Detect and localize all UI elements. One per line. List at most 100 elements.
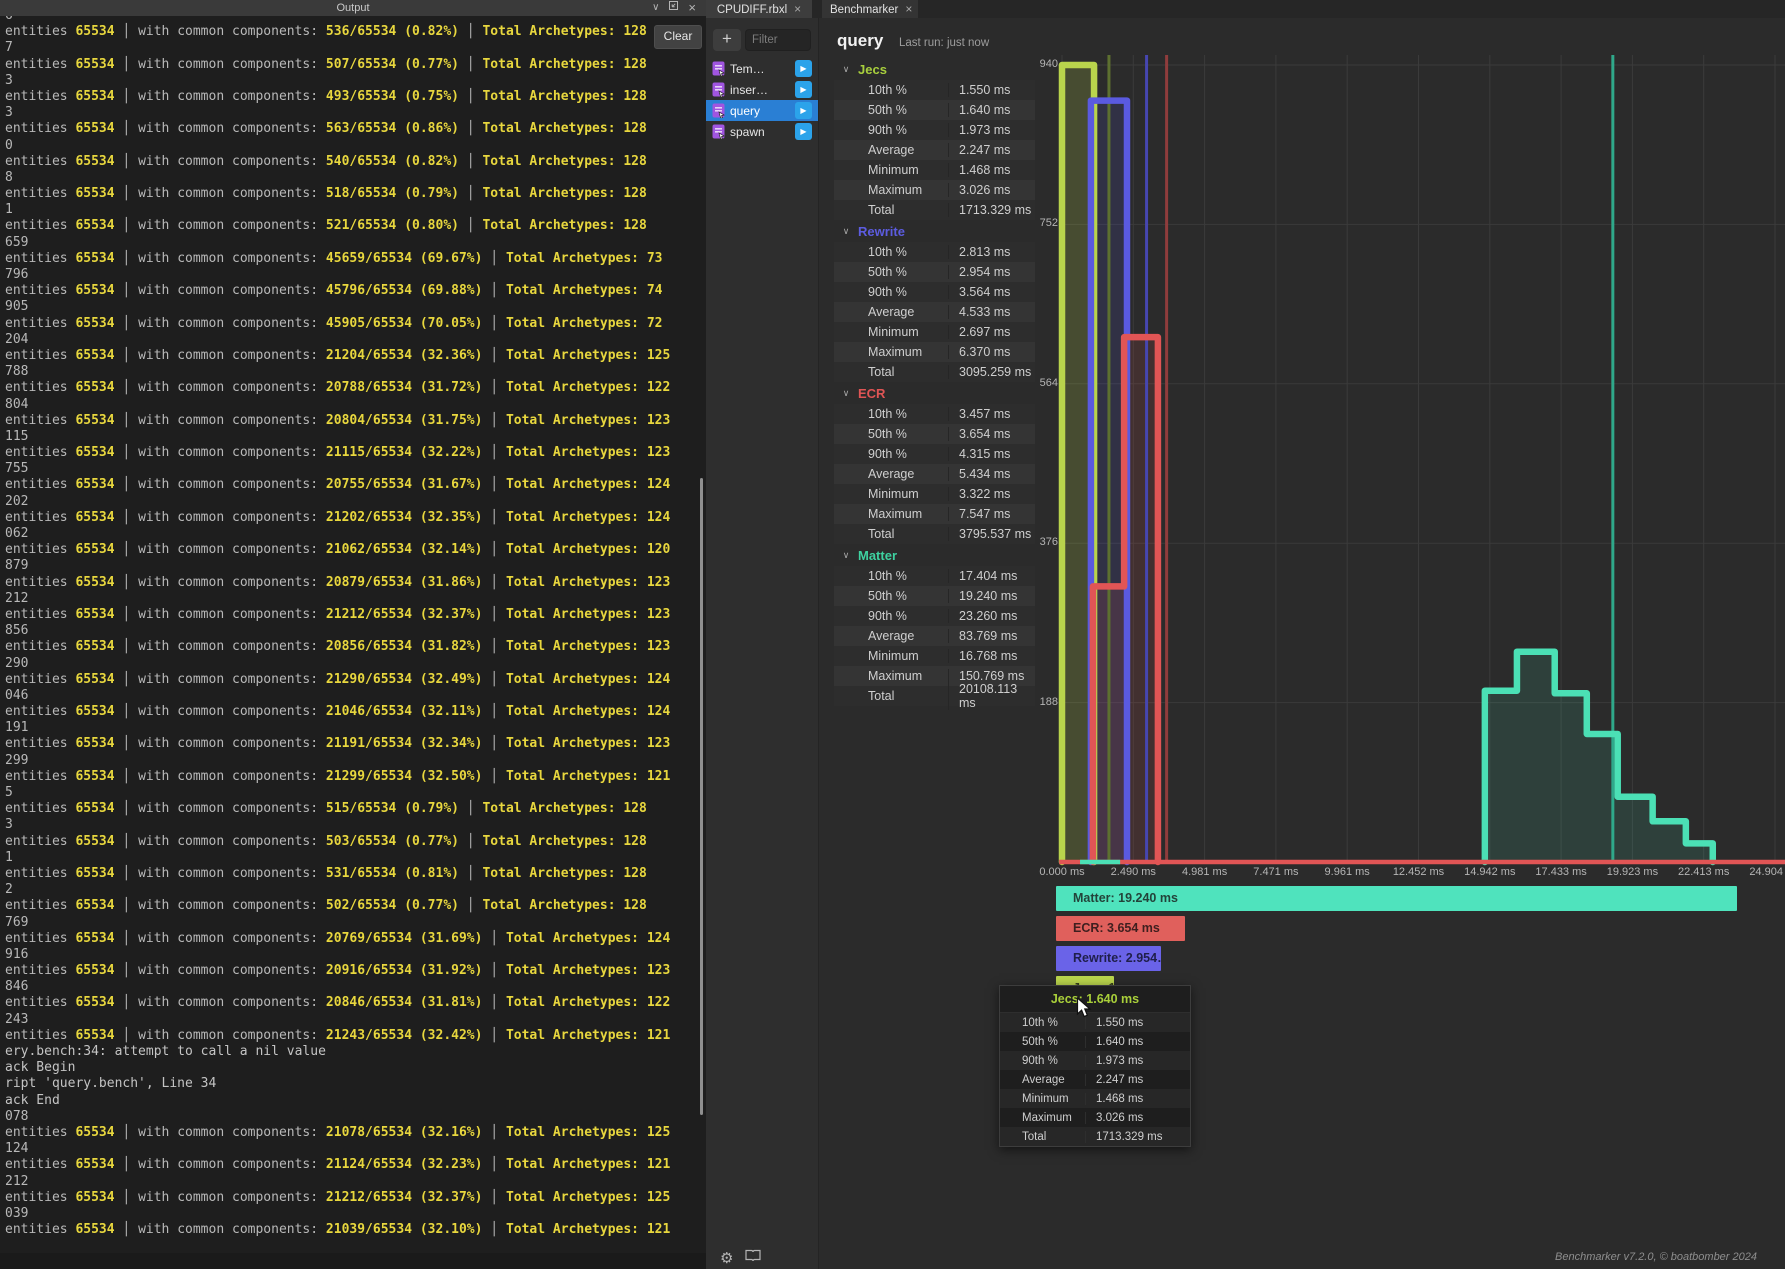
output-wrap-line: 1 <box>5 850 696 866</box>
run-benchmark-button[interactable]: ▶ <box>795 60 812 77</box>
chevron-down-icon[interactable]: ∨ <box>834 388 858 399</box>
stat-value: 1.550 ms <box>948 83 1035 97</box>
benchmark-title: query <box>837 31 883 51</box>
stat-label: 90th % <box>834 447 948 461</box>
collapse-chevron-icon[interactable]: ∨ <box>652 0 659 16</box>
stat-label: Total <box>834 365 948 379</box>
x-axis-tick: 12.452 ms <box>1387 866 1451 878</box>
run-benchmark-button[interactable]: ▶ <box>795 123 812 140</box>
output-log-line: entities 65534 │ with common components:… <box>5 445 696 461</box>
stat-value: 5.434 ms <box>948 467 1035 481</box>
clear-button[interactable]: Clear <box>654 25 702 49</box>
section-header-rewrite[interactable]: ∨Rewrite <box>834 220 1035 242</box>
tooltip-stat-value: 3.026 ms <box>1085 1112 1190 1124</box>
section-header-jecs[interactable]: ∨Jecs <box>834 58 1035 80</box>
tab-benchmarker[interactable]: Benchmarker× <box>822 0 918 18</box>
settings-gear-icon[interactable]: ⚙ <box>720 1249 733 1267</box>
output-wrap-line: 755 <box>5 461 696 477</box>
stats-table: ∨Jecs10th %1.550 ms50th %1.640 ms90th %1… <box>834 58 1035 706</box>
stat-label: Total <box>834 689 948 703</box>
output-log-line: entities 65534 │ with common components:… <box>5 963 696 979</box>
tab-close-icon[interactable]: × <box>794 2 801 16</box>
benchmark-item-spawn[interactable]: spawn ▶ <box>706 121 818 142</box>
output-error-line: ript 'query.bench', Line 34 <box>5 1076 696 1092</box>
tooltip-stat-label: 90th % <box>1000 1055 1085 1067</box>
output-wrap-line: 039 <box>5 1206 696 1222</box>
stat-value: 3.026 ms <box>948 183 1035 197</box>
section-header-ecr[interactable]: ∨ECR <box>834 382 1035 404</box>
x-axis-tick: 19.923 ms <box>1600 866 1664 878</box>
stat-value: 1713.329 ms <box>948 203 1035 217</box>
output-wrap-line: 905 <box>5 299 696 315</box>
output-scrollbar[interactable] <box>700 478 703 1115</box>
close-icon[interactable]: × <box>688 0 696 16</box>
x-axis-tick: 2.490 ms <box>1101 866 1165 878</box>
tab-cpudiff-rbxl[interactable]: CPUDIFF.rbxl× <box>706 0 812 18</box>
stat-row: 90th %1.973 ms <box>834 120 1035 140</box>
stats-tooltip: Jecs: 1.640 ms 10th %1.550 ms50th %1.640… <box>999 985 1191 1147</box>
script-icon <box>712 103 725 118</box>
output-log-line: entities 65534 │ with common components:… <box>5 121 696 137</box>
stat-label: 10th % <box>834 569 948 583</box>
benchmark-item-label: spawn <box>730 125 765 139</box>
chevron-down-icon[interactable]: ∨ <box>834 226 858 237</box>
output-panel: 6entities 65534 │ with common components… <box>0 0 706 1269</box>
output-log-line: entities 65534 │ with common components:… <box>5 413 696 429</box>
tooltip-stat-value: 2.247 ms <box>1085 1074 1190 1086</box>
restore-window-icon[interactable] <box>668 0 679 17</box>
docs-book-icon[interactable] <box>745 1249 761 1267</box>
benchmark-item-query[interactable]: query▶ <box>706 100 818 121</box>
output-wrap-line: 804 <box>5 397 696 413</box>
output-bottom-bar: Output <box>0 1253 706 1269</box>
stat-row: Total3795.537 ms <box>834 524 1035 544</box>
stat-label: Average <box>834 305 948 319</box>
output-wrap-line: 3 <box>5 817 696 833</box>
tab-close-icon[interactable]: × <box>905 2 912 16</box>
output-wrap-line: 846 <box>5 979 696 995</box>
stat-label: Average <box>834 467 948 481</box>
output-log-line: entities 65534 │ with common components:… <box>5 995 696 1011</box>
tooltip-stat-row: Minimum1.468 ms <box>1000 1089 1190 1108</box>
legend-bar-ecr[interactable]: ECR: 3.654 ms <box>1056 916 1185 941</box>
output-wrap-line: 856 <box>5 623 696 639</box>
y-axis-tick: 188 <box>1008 696 1058 708</box>
run-benchmark-button[interactable]: ▶ <box>795 102 812 119</box>
section-header-matter[interactable]: ∨Matter <box>834 544 1035 566</box>
benchmark-item-inser[interactable]: inser…▶ <box>706 79 818 100</box>
tooltip-stat-row: 90th %1.973 ms <box>1000 1051 1190 1070</box>
tooltip-stat-value: 1.468 ms <box>1085 1093 1190 1105</box>
stat-label: 10th % <box>834 83 948 97</box>
stat-value: 17.404 ms <box>948 569 1035 583</box>
stat-row: Average83.769 ms <box>834 626 1035 646</box>
tooltip-stat-row: Average2.247 ms <box>1000 1070 1190 1089</box>
x-axis-tick: 0.000 ms <box>1030 866 1094 878</box>
filter-input[interactable] <box>745 29 811 51</box>
tooltip-stat-value: 1.640 ms <box>1085 1036 1190 1048</box>
benchmark-histogram-chart <box>1040 50 1785 880</box>
chevron-down-icon[interactable]: ∨ <box>834 64 858 75</box>
stat-value: 4.533 ms <box>948 305 1035 319</box>
tooltip-stat-label: Total <box>1000 1131 1085 1143</box>
stat-label: Average <box>834 629 948 643</box>
tooltip-stat-row: 10th %1.550 ms <box>1000 1013 1190 1032</box>
output-log-line: entities 65534 │ with common components:… <box>5 57 696 73</box>
stat-value: 2.697 ms <box>948 325 1035 339</box>
legend-bar-matter[interactable]: Matter: 19.240 ms <box>1056 886 1737 911</box>
add-benchmark-button[interactable]: + <box>713 29 741 51</box>
tooltip-stat-value: 1713.329 ms <box>1085 1131 1190 1143</box>
tab-bar: CPUDIFF.rbxl× Benchmarker× <box>706 0 1785 18</box>
stat-row: 10th %2.813 ms <box>834 242 1035 262</box>
run-benchmark-button[interactable]: ▶ <box>795 81 812 98</box>
output-log-line: entities 65534 │ with common components:… <box>5 834 696 850</box>
stat-value: 2.247 ms <box>948 143 1035 157</box>
chevron-down-icon[interactable]: ∨ <box>834 550 858 561</box>
stat-row: Minimum2.697 ms <box>834 322 1035 342</box>
benchmark-item-tem[interactable]: Tem…▶ <box>706 58 818 79</box>
legend-bar-rewrite[interactable]: Rewrite: 2.954… <box>1056 946 1161 971</box>
output-wrap-line: 916 <box>5 947 696 963</box>
output-log-line: entities 65534 │ with common components:… <box>5 1157 696 1173</box>
stat-label: Average <box>834 143 948 157</box>
output-wrap-line: 115 <box>5 429 696 445</box>
stat-label: Maximum <box>834 345 948 359</box>
stat-row: Total3095.259 ms <box>834 362 1035 382</box>
